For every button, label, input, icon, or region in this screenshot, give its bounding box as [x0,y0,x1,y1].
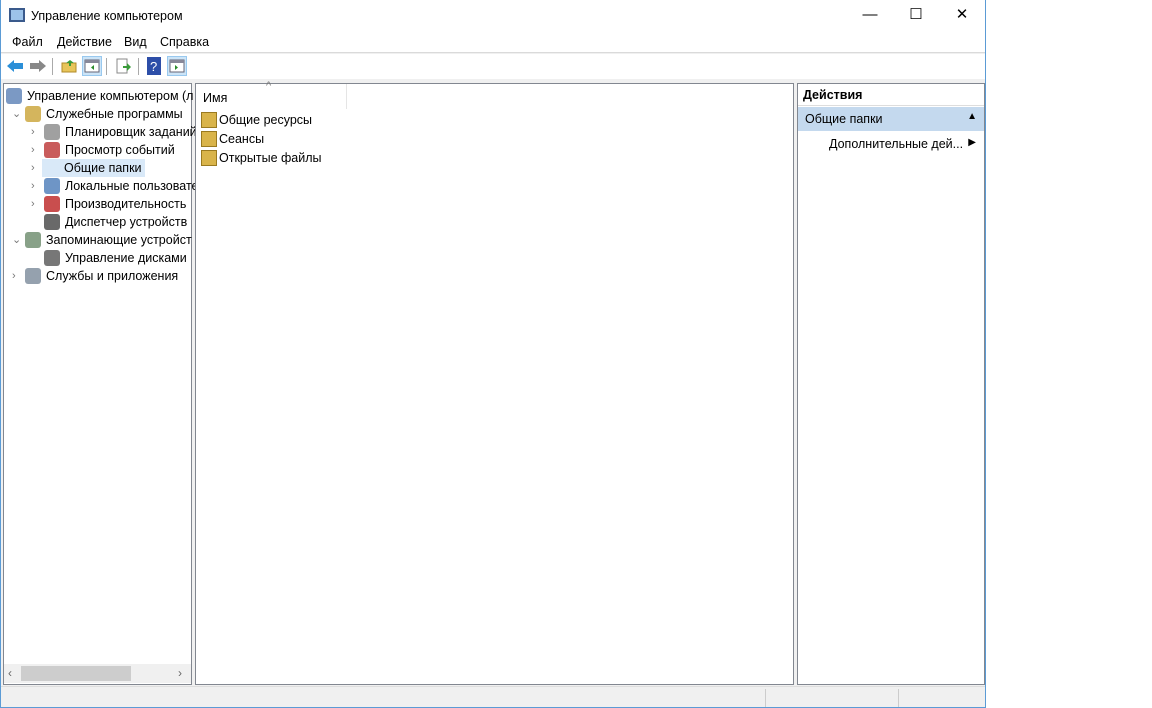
menu-bar: Файл Действие Вид Справка [1,32,985,53]
tree-node-icon [6,88,22,104]
collapse-chevron-icon[interactable]: ⌄ [12,105,21,123]
list-item-label: Общие ресурсы [219,113,313,127]
menu-view[interactable]: Вид [124,35,147,49]
column-header-name[interactable]: ^ Имя [196,80,347,109]
tree-node-icon [44,250,60,266]
expand-chevron-icon[interactable]: › [31,141,35,159]
more-actions-item[interactable]: Дополнительные дей... ▶ [798,134,984,154]
svg-text:?: ? [150,59,157,74]
export-list-icon[interactable] [113,56,133,76]
console-tree: Управление компьютером (л ⌄ Служебные прог… [3,83,198,685]
tree-item-label: Диспетчер устройств [65,215,188,229]
shared-folder-icon [201,150,217,166]
show-hide-action-pane-icon[interactable] [167,56,187,76]
tree-item-label: Локальные пользовате [65,179,199,193]
scrollbar-thumb[interactable] [21,666,131,681]
status-bar [1,686,985,707]
tree-item-label: Управление компьютером (л [27,89,194,103]
tree-item-label: Управление дисками [65,251,187,265]
tree-item[interactable]: Диспетчер устройств [4,213,191,231]
tree-item-label: Производительность [65,197,187,211]
tree-item[interactable]: ⌄ Запоминающие устройст [4,231,192,249]
actions-header: Действия [798,84,984,106]
menu-file[interactable]: Файл [12,35,43,49]
results-pane: ^ Имя Общие ресурсы Сеансы Открытые файлы [195,80,794,685]
title-bar: Управление компьютером — ☐ ✕ [1,0,985,32]
toolbar: ? [1,54,985,79]
sort-ascending-icon: ^ [266,80,272,92]
expand-chevron-icon[interactable]: › [31,195,35,213]
help-icon[interactable]: ? [144,56,164,76]
show-hide-tree-icon[interactable] [82,56,102,76]
tree-item-label: Планировщик заданий [65,125,197,139]
tree-item[interactable]: Управление дисками [4,249,191,267]
tree-item-label: Служебные программы [46,107,183,121]
up-folder-icon[interactable] [59,56,79,76]
close-button[interactable]: ✕ [939,0,985,30]
tree-node-icon [44,214,60,230]
tree-item[interactable]: Управление компьютером (л [4,87,193,105]
actions-section-shared-folders[interactable]: Общие папки ▲ [798,107,984,131]
tree-item[interactable]: › Производительность [4,195,191,213]
tree-item[interactable]: › Просмотр событий [4,141,191,159]
actions-pane: Действия Общие папки ▲ Дополнительные де… [797,83,985,685]
tree-item[interactable]: › Локальные пользовате [4,177,198,195]
back-icon[interactable] [5,56,25,76]
computer-management-window: Управление компьютером — ☐ ✕ Файл Действ… [0,0,986,708]
tree-node-icon [25,268,41,284]
minimize-button[interactable]: — [847,0,893,30]
tree-node-icon [44,142,60,158]
expand-chevron-icon[interactable]: › [31,159,35,177]
menu-help[interactable]: Справка [160,35,209,49]
tree-node-icon [44,124,60,140]
computer-management-icon [9,8,25,22]
tree-item-label: Запоминающие устройст [46,233,192,247]
tree-node-icon [25,106,41,122]
list-item-label: Открытые файлы [219,151,322,165]
expand-chevron-icon[interactable]: › [31,177,35,195]
column-name-label: Имя [203,91,228,105]
tree-item[interactable]: › Общие папки [4,159,191,177]
tree-item-label: Общие папки [42,159,145,177]
window-title: Управление компьютером [31,9,183,23]
shared-folder-icon [201,112,217,128]
submenu-arrow-icon: ▶ [968,137,976,148]
actions-section-label: Общие папки [805,112,883,126]
scroll-right-icon[interactable]: › [178,666,182,680]
more-actions-label: Дополнительные дей... [829,137,964,151]
list-item-label: Сеансы [219,132,265,146]
collapse-icon[interactable]: ▲ [967,111,977,122]
tree-node-icon [44,196,60,212]
maximize-button[interactable]: ☐ [893,0,939,30]
tree-item[interactable]: › Планировщик заданий [4,123,197,141]
tree-item-label: Службы и приложения [46,269,179,283]
tree-item[interactable]: ⌄ Служебные программы [4,105,191,123]
shared-folder-icon [201,131,217,147]
expand-chevron-icon[interactable]: › [12,267,16,285]
expand-chevron-icon[interactable]: › [31,123,35,141]
tree-node-icon [44,178,60,194]
tree-item[interactable]: › Службы и приложения [4,267,191,285]
forward-icon[interactable] [28,56,48,76]
tree-horizontal-scrollbar[interactable]: ‹ › [4,664,191,683]
tree-item-label: Просмотр событий [65,143,175,157]
collapse-chevron-icon[interactable]: ⌄ [12,231,21,249]
tree-node-icon [25,232,41,248]
menu-action[interactable]: Действие [57,35,112,49]
scroll-left-icon[interactable]: ‹ [8,666,12,680]
